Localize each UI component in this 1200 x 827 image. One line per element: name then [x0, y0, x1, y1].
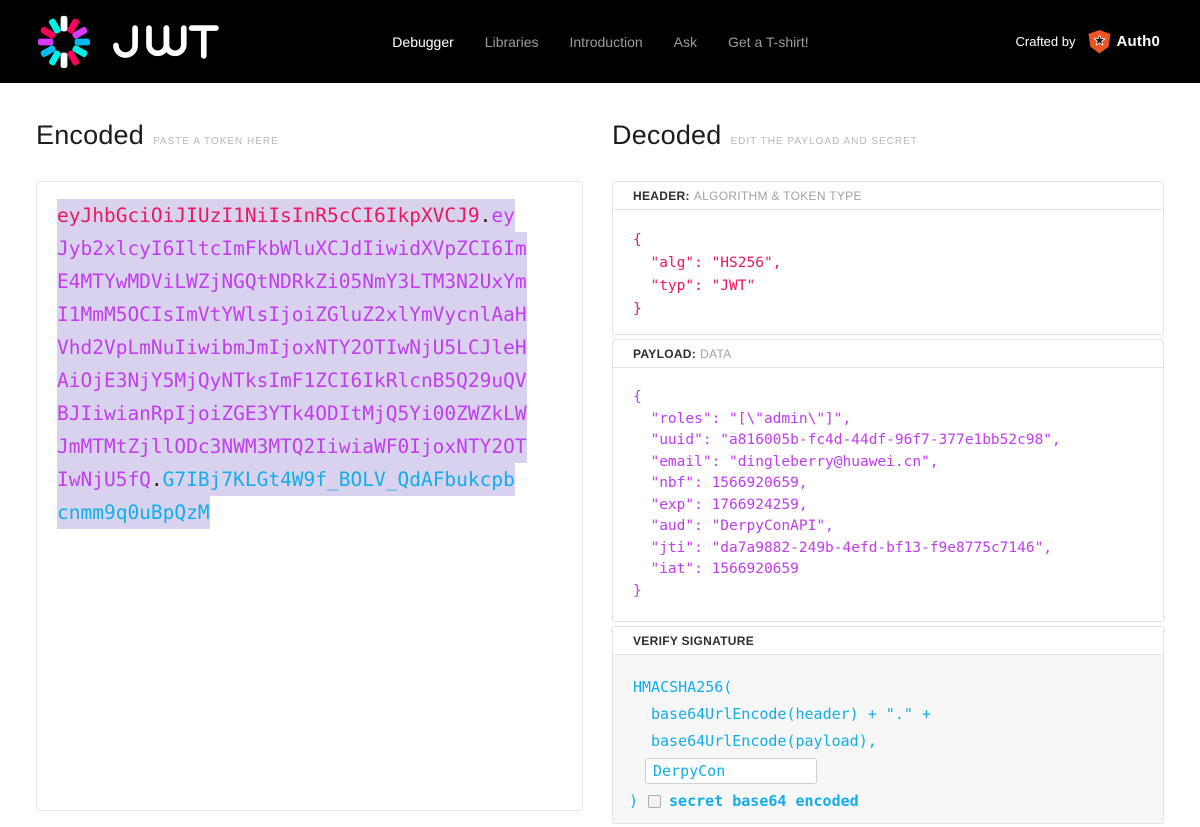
header-section-box: HEADER: ALGORITHM & TOKEN TYPE { "alg": "…: [612, 181, 1164, 335]
verify-signature-body: HMACSHA256( base64UrlEncode(header) + ".…: [613, 655, 1163, 823]
token-payload-segment: eyJyb2xlcyI6IltcImFkbWluXCJdIiwidXVpZCI6…: [57, 199, 527, 496]
decoded-title-text: Decoded: [612, 120, 721, 150]
crafted-by-auth0[interactable]: Crafted by Auth0: [1016, 30, 1160, 54]
header-json-editor[interactable]: { "alg": "HS256", "typ": "JWT" }: [613, 210, 1163, 334]
decoded-title: Decoded EDIT THE PAYLOAD AND SECRET: [612, 120, 1164, 157]
base64-checkbox-label[interactable]: secret base64 encoded: [669, 790, 859, 812]
nav-item-introduction[interactable]: Introduction: [570, 34, 643, 50]
payload-json-editor[interactable]: { "roles": "[\"admin\"]", "uuid": "a8160…: [613, 368, 1163, 621]
jwt-token-editor[interactable]: eyJhbGciOiJIUzI1NiIsInR5cCI6IkpXVCJ9.eyJ…: [57, 199, 527, 529]
payload-section-label-bar: PAYLOAD: DATA: [613, 340, 1163, 368]
nav-item-tshirt[interactable]: Get a T-shirt!: [728, 34, 809, 50]
payload-section-label: PAYLOAD:: [633, 347, 696, 361]
debugger-main: Encoded PASTE A TOKEN HERE eyJhbGciOiJIUz…: [0, 83, 1200, 827]
header-section-label-bar: HEADER: ALGORITHM & TOKEN TYPE: [613, 182, 1163, 210]
secret-input[interactable]: [645, 758, 817, 784]
header-section-label: HEADER:: [633, 189, 690, 203]
decoded-column: Decoded EDIT THE PAYLOAD AND SECRET HEADE…: [612, 120, 1164, 827]
nav-item-libraries[interactable]: Libraries: [485, 34, 539, 50]
encoded-column: Encoded PASTE A TOKEN HERE eyJhbGciOiJIUz…: [36, 120, 583, 827]
encode-payload-line: base64UrlEncode(payload),: [651, 728, 1147, 755]
nav-item-debugger[interactable]: Debugger: [392, 34, 454, 50]
payload-section-sublabel: DATA: [700, 347, 731, 361]
hmac-algorithm-line: HMACSHA256(: [633, 674, 1147, 701]
payload-section-box: PAYLOAD: DATA { "roles": "[\"admin\"]", "…: [612, 339, 1164, 622]
jwt-wordmark: [109, 22, 220, 62]
top-navigation-bar: Debugger Libraries Introduction Ask Get …: [0, 0, 1200, 83]
encoded-title-text: Encoded: [36, 120, 144, 150]
header-section-sublabel: ALGORITHM & TOKEN TYPE: [694, 189, 862, 203]
crafted-by-label: Crafted by: [1016, 34, 1076, 49]
auth0-logo-icon: [1088, 30, 1111, 54]
verify-signature-label: VERIFY SIGNATURE: [633, 634, 754, 648]
encoded-token-box[interactable]: eyJhbGciOiJIUzI1NiIsInR5cCI6IkpXVCJ9.eyJ…: [36, 181, 583, 811]
jwt-logo-icon: [35, 13, 93, 71]
close-paren: ): [629, 790, 638, 812]
verify-signature-box: VERIFY SIGNATURE HMACSHA256( base64UrlEn…: [612, 626, 1164, 824]
verify-signature-label-bar: VERIFY SIGNATURE: [613, 627, 1163, 655]
token-header-segment: eyJhbGciOiJIUzI1NiIsInR5cCI6IkpXVCJ9: [57, 199, 480, 232]
jwt-brand[interactable]: [35, 13, 220, 71]
nav-item-ask[interactable]: Ask: [674, 34, 697, 50]
token-separator-dot: .: [151, 463, 163, 496]
token-separator-dot: .: [480, 199, 492, 232]
encoded-subtitle: PASTE A TOKEN HERE: [153, 136, 279, 147]
encoded-title: Encoded PASTE A TOKEN HERE: [36, 120, 583, 157]
base64-checkbox[interactable]: [648, 795, 661, 808]
encode-header-line: base64UrlEncode(header) + "." +: [651, 701, 1147, 728]
decoded-subtitle: EDIT THE PAYLOAD AND SECRET: [730, 136, 917, 147]
main-menu: Debugger Libraries Introduction Ask Get …: [392, 34, 808, 50]
auth0-label: Auth0: [1117, 33, 1161, 50]
